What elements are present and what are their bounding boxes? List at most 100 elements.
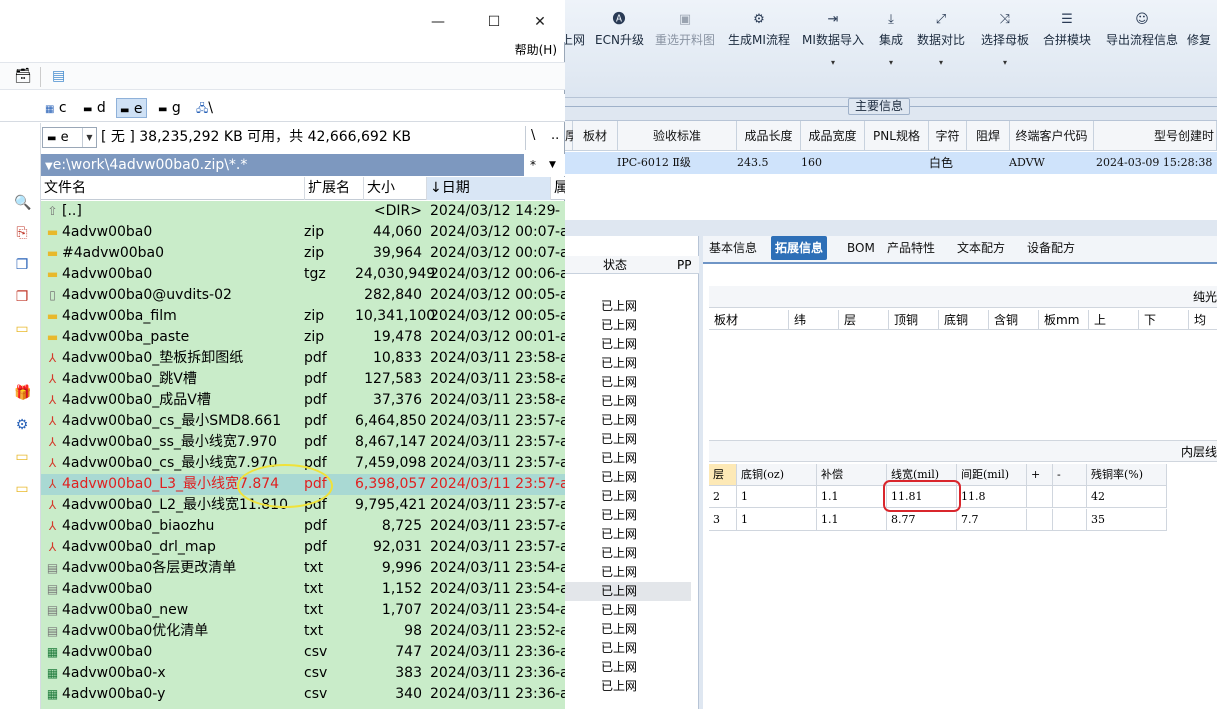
ribbon-button-mi-data-import[interactable]: ⇥ MI数据导入 ▾ — [801, 12, 865, 82]
inner-cell-base[interactable]: 1 — [737, 509, 817, 531]
grid-header[interactable]: 均 — [1189, 310, 1217, 330]
table-row[interactable]: ▬ 4advw00ba_paste zip 19,478 2024/03/12 00:0… — [41, 327, 565, 348]
folder-icon[interactable]: ▭ — [14, 449, 30, 465]
grid-header[interactable]: 纬 — [789, 310, 839, 330]
table-row[interactable]: ▤ 4advw00ba0各层更改清单 txt 9,996 2024/03/11 23:5… — [41, 558, 565, 579]
magnify-icon[interactable]: 🔍 — [14, 195, 31, 211]
duplicate-icon[interactable]: ❐ — [14, 289, 30, 305]
ribbon-button-export-flow-info[interactable]: ☺ 导出流程信息 — [1103, 12, 1181, 82]
folder-icon[interactable]: ▭ — [14, 481, 30, 497]
grid-header[interactable]: 板mm — [1039, 310, 1089, 330]
inner-cell-base[interactable]: 1 — [737, 486, 817, 508]
grid-header[interactable]: 板材 — [709, 310, 789, 330]
filter-button[interactable]: * — [530, 154, 536, 176]
drive-select[interactable]: ▬ e ▼ — [42, 127, 97, 148]
table-row[interactable]: ⅄ 4advw00ba0_L2_最小线宽11.810 pdf 9,795,421 202… — [41, 495, 565, 516]
pp-column-header[interactable]: PP — [677, 256, 691, 274]
drive-d-button[interactable]: ▬ d — [80, 98, 109, 118]
inner-cell-space[interactable]: 11.8 — [957, 486, 1027, 508]
ribbon-button-ecn-upgrade[interactable]: 🅐 ECN升级 — [595, 12, 644, 82]
grid-header[interactable]: + — [1027, 464, 1053, 486]
table-row[interactable]: ▬ 4advw00ba0 tgz 24,030,949 2024/03/12 00:06… — [41, 264, 565, 285]
grid-header[interactable]: 层 — [709, 464, 737, 486]
gift-icon[interactable]: 🎁 — [14, 385, 31, 401]
inner-cell-plus[interactable] — [1027, 509, 1053, 531]
table-row[interactable]: ▤ 4advw00ba0_new txt 1,707 2024/03/11 23:54-… — [41, 600, 565, 621]
column-size[interactable]: 大小 — [364, 177, 427, 200]
grid-header[interactable]: 含铜 — [989, 310, 1039, 330]
drive-e-button[interactable]: ▬ e — [116, 98, 147, 118]
inner-cell-residual[interactable]: 35 — [1087, 509, 1167, 531]
grid-header[interactable]: 下 — [1139, 310, 1189, 330]
inner-cell-minus[interactable] — [1053, 509, 1087, 531]
grid-header[interactable]: 补偿 — [817, 464, 887, 486]
inner-cell-layer[interactable]: 2 — [709, 486, 737, 508]
table-row[interactable]: ▦ 4advw00ba0 csv 747 2024/03/11 23:36 -a — [41, 642, 565, 663]
selected-file-row[interactable]: ⅄ 4advw00ba0_L3_最小线宽7.874 pdf 6,398,057 2024… — [41, 474, 565, 495]
notebook-icon[interactable]: ▤ — [52, 68, 65, 84]
inner-cell-plus[interactable] — [1027, 486, 1053, 508]
current-path[interactable]: ▼e:\work\4advw00ba0.zip\*.* — [41, 154, 524, 176]
grid-header[interactable]: 终端客户代码 — [1010, 121, 1094, 151]
inner-cell-space[interactable]: 7.7 — [957, 509, 1027, 531]
tab-bom[interactable]: BOM — [843, 236, 879, 260]
ribbon-button-generate-mi-flow[interactable]: ⚙ 生成MI流程 — [727, 12, 791, 82]
table-row[interactable]: ⅄ 4advw00ba0_成品V槽 pdf 37,376 2024/03/11 23:5… — [41, 390, 565, 411]
history-dropdown-button[interactable]: ▼ — [549, 154, 556, 176]
column-name[interactable]: 文件名 — [41, 177, 305, 200]
copy-icon[interactable]: ❐ — [14, 257, 30, 273]
grid-header[interactable]: 型号创建时 — [1094, 121, 1217, 151]
table-row[interactable]: ▦ 4advw00ba0-y csv 340 2024/03/11 23:36 -a — [41, 684, 565, 705]
menu-help[interactable]: 帮助(H) — [515, 40, 557, 60]
drive-c-button[interactable]: ▦ c — [42, 98, 70, 118]
table-row[interactable]: ▬ 4advw00ba0 zip 44,060 2024/03/12 00:07 -a — [41, 222, 565, 243]
grid-header[interactable]: 阻焊 — [967, 121, 1010, 151]
grid-header[interactable]: 底铜(oz) — [737, 464, 817, 486]
grid-header[interactable]: PNL规格 — [865, 121, 929, 151]
drive-g-button[interactable]: ▬ g — [155, 98, 184, 118]
table-row[interactable]: ▬ #4advw00ba0 zip 39,964 2024/03/12 00:07 -a — [41, 243, 565, 264]
grid-header[interactable]: 间距(mil) — [957, 464, 1027, 486]
grid-header[interactable]: 残铜率(%) — [1087, 464, 1167, 486]
table-row[interactable]: ⅄ 4advw00ba0_cs_最小线宽7.970 pdf 7,459,098 2024… — [41, 453, 565, 474]
up-button[interactable]: .. — [551, 128, 559, 143]
grid-header[interactable]: 底铜 — [939, 310, 989, 330]
inner-cell-comp[interactable]: 1.1 — [817, 509, 887, 531]
column-ext[interactable]: 扩展名 — [305, 177, 364, 200]
table-row[interactable]: ⅄ 4advw00ba0_biaozhu pdf 8,725 2024/03/11 23… — [41, 516, 565, 537]
grid-header[interactable]: 顶铜 — [889, 310, 939, 330]
maximize-button[interactable]: ☐ — [484, 12, 504, 32]
inner-cell-width[interactable]: 8.77 — [887, 509, 957, 531]
column-attr[interactable]: 属 — [551, 177, 565, 200]
table-row[interactable]: ⅄ 4advw00ba0_drl_map pdf 92,031 2024/03/11 2… — [41, 537, 565, 558]
tab-basic-info[interactable]: 基本信息 — [705, 236, 761, 260]
table-row[interactable]: ⅄ 4advw00ba0_跳V槽 pdf 127,583 2024/03/11 23:5… — [41, 369, 565, 390]
folder-icon[interactable]: ▭ — [14, 321, 30, 337]
inner-cell-comp[interactable]: 1.1 — [817, 486, 887, 508]
ribbon-button-select-master-board[interactable]: ⤨ 选择母板 ▾ — [979, 12, 1031, 82]
ribbon-button-repair[interactable]: 修复 — [1187, 12, 1217, 82]
pack-icon[interactable]: 🗃 — [14, 68, 32, 84]
ribbon-button-merge-module[interactable]: ☰ 合拼模块 — [1041, 12, 1093, 82]
grid-header[interactable]: 层 — [839, 310, 889, 330]
inner-cell-residual[interactable]: 42 — [1087, 486, 1167, 508]
table-row[interactable]: ▤ 4advw00ba0 txt 1,152 2024/03/11 23:54 -a — [41, 579, 565, 600]
network-drive-button[interactable]: 🖧\ — [193, 98, 216, 118]
tab-equipment-recipe[interactable]: 设备配方 — [1023, 236, 1079, 260]
table-row[interactable]: ▯ 4advw00ba0@uvdits-02 282,840 2024/03/12 0… — [41, 285, 565, 306]
grid-header[interactable]: 上 — [1089, 310, 1139, 330]
table-row[interactable]: ⅄ 4advw00ba0_垫板拆卸图纸 pdf 10,833 2024/03/11 23… — [41, 348, 565, 369]
table-row[interactable]: ▦ 4advw00ba0-x csv 383 2024/03/11 23:36 -a — [41, 663, 565, 684]
inner-cell-minus[interactable] — [1053, 486, 1087, 508]
close-button[interactable]: ✕ — [530, 12, 550, 32]
table-row[interactable]: ⇧ [..] <DIR> 2024/03/12 14:29- — [41, 201, 565, 222]
title-bar[interactable]: — ☐ ✕ — [0, 0, 565, 42]
inner-cell-layer[interactable]: 3 — [709, 509, 737, 531]
ribbon-button-data-compare[interactable]: ⤢ 数据对比 ▾ — [915, 12, 967, 82]
root-button[interactable]: \ — [531, 128, 535, 143]
folder-settings-icon[interactable]: ⚙ — [14, 417, 30, 433]
grid-header[interactable]: 字符 — [929, 121, 967, 151]
main-info-title[interactable]: 主要信息 — [848, 98, 911, 115]
grid-header[interactable]: 验收标准 — [618, 121, 737, 151]
tab-text-recipe[interactable]: 文本配方 — [953, 236, 1009, 260]
